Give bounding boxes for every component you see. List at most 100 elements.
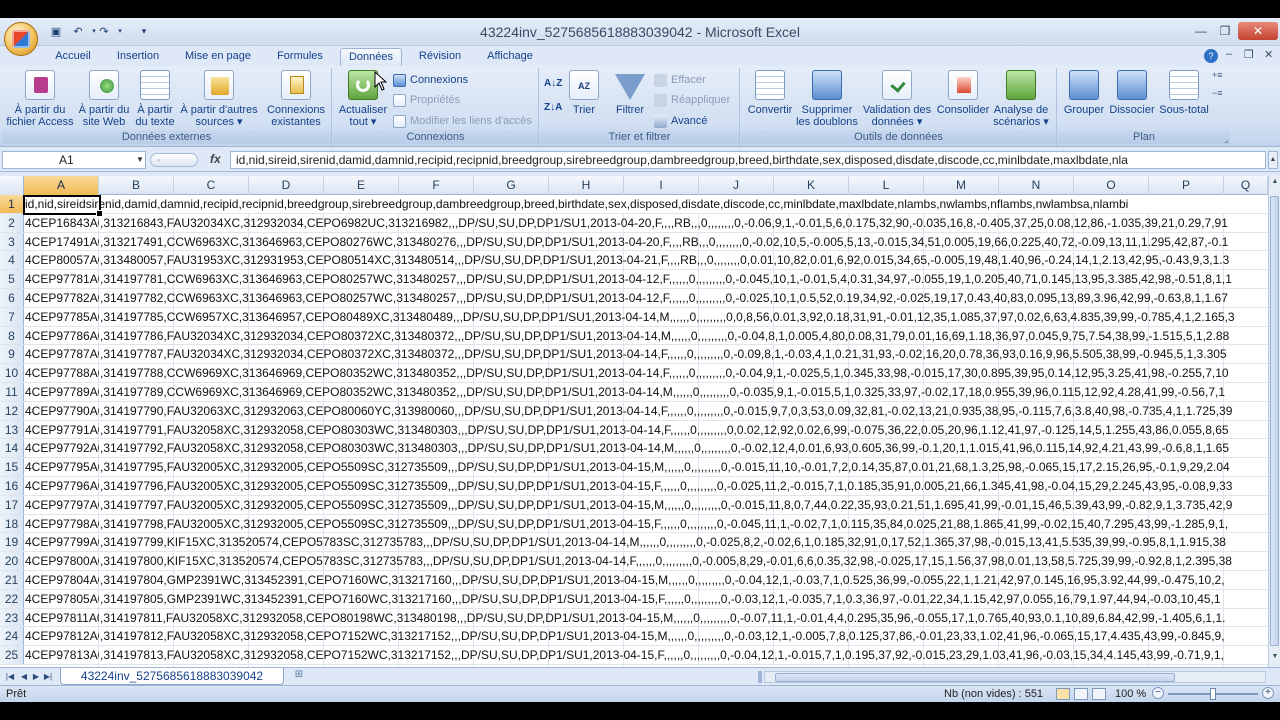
row-header[interactable]: 6 bbox=[0, 289, 24, 307]
cell-a[interactable]: 4CEP17491A0 bbox=[24, 233, 99, 251]
column-header-p[interactable]: P bbox=[1149, 176, 1224, 195]
cell-a[interactable]: 4CEP97785A0 bbox=[24, 308, 99, 326]
row-header[interactable]: 1 bbox=[0, 195, 24, 213]
cell-a[interactable]: 4CEP97795A0 bbox=[24, 458, 99, 476]
group-button[interactable]: Grouper bbox=[1060, 70, 1108, 116]
cell-overflow-text[interactable]: ,314197787,FAU32034XC,312932034,CEPO8037… bbox=[99, 345, 1268, 363]
cell-a[interactable]: 4CEP97788A0 bbox=[24, 364, 99, 382]
insert-sheet-icon[interactable]: ⊞ bbox=[288, 669, 310, 684]
cell-a[interactable]: 4CEP97805A0 bbox=[24, 590, 99, 608]
tab-donnees[interactable]: Données bbox=[340, 48, 402, 67]
row-header[interactable]: 18 bbox=[0, 514, 24, 533]
vertical-scrollbar[interactable]: ▲ ▼ bbox=[1268, 176, 1280, 667]
tab-insertion[interactable]: Insertion bbox=[110, 48, 166, 67]
row-header[interactable]: 11 bbox=[0, 383, 24, 401]
row-header[interactable]: 9 bbox=[0, 345, 24, 364]
column-header-n[interactable]: N bbox=[999, 176, 1074, 195]
page-layout-view-icon[interactable] bbox=[1074, 688, 1088, 700]
cell-overflow-text[interactable]: ,313480057,FAU31953XC,312931953,CEPO8051… bbox=[99, 251, 1268, 269]
cell-overflow-text[interactable]: ,314197786,FAU32034XC,312932034,CEPO8037… bbox=[99, 327, 1268, 345]
row-header[interactable]: 21 bbox=[0, 571, 24, 589]
horizontal-scroll-thumb[interactable] bbox=[775, 673, 1175, 682]
row-header[interactable]: 5 bbox=[0, 270, 24, 288]
workbook-restore-icon[interactable]: ❐ bbox=[1244, 48, 1254, 61]
remove-duplicates-button[interactable]: Supprimer les doublons bbox=[795, 70, 859, 128]
spreadsheet-grid[interactable]: A B C D E F G H I J K L M N O P Q 1 id,ni… bbox=[0, 176, 1268, 667]
column-header-m[interactable]: M bbox=[924, 176, 999, 195]
edit-links-button[interactable]: Modifier les liens d'accès bbox=[393, 113, 532, 129]
column-header-q[interactable]: Q bbox=[1224, 176, 1268, 195]
sort-az-icon[interactable]: A↓Z bbox=[544, 76, 562, 92]
column-header-g[interactable]: G bbox=[474, 176, 549, 195]
sort-button[interactable]: AZ Trier bbox=[568, 70, 600, 116]
row-header[interactable]: 12 bbox=[0, 401, 24, 420]
cell-overflow-text[interactable]: ,314197788,CCW6969XC,313646969,CEPO80352… bbox=[99, 364, 1268, 382]
row-header[interactable]: 25 bbox=[0, 646, 24, 664]
cell-a[interactable]: 4CEP97796A0 bbox=[24, 477, 99, 495]
formula-input[interactable]: id,nid,sireid,sirenid,damid,damnid,recip… bbox=[230, 151, 1266, 169]
workbook-close-icon[interactable]: ✕ bbox=[1264, 48, 1273, 61]
cell-overflow-text[interactable]: ,314197781,CCW6963XC,313646963,CEPO80257… bbox=[99, 270, 1268, 288]
from-web-button[interactable]: À partir du site Web bbox=[76, 70, 132, 128]
column-header-k[interactable]: K bbox=[774, 176, 849, 195]
row-header[interactable]: 2 bbox=[0, 213, 24, 232]
clear-filter-button[interactable]: Effacer bbox=[654, 72, 706, 88]
text-to-columns-button[interactable]: Convertir bbox=[745, 70, 795, 116]
cell-a[interactable]: 4CEP97786A0 bbox=[24, 327, 99, 345]
minimize-icon[interactable]: — bbox=[1190, 22, 1212, 40]
column-header-i[interactable]: I bbox=[624, 176, 699, 195]
sort-za-icon[interactable]: Z↓A bbox=[544, 100, 562, 116]
consolidate-button[interactable]: Consolider bbox=[933, 70, 993, 116]
help-icon[interactable]: ? bbox=[1204, 49, 1218, 63]
cell-overflow-text[interactable]: ,314197798,FAU32005XC,312932005,CEPO5509… bbox=[99, 515, 1268, 533]
cell-a[interactable]: 4CEP97789A0 bbox=[24, 383, 99, 401]
zoom-level[interactable]: 100 % bbox=[1115, 688, 1146, 700]
scroll-up-icon[interactable]: ▲ bbox=[1270, 178, 1280, 190]
cell-a[interactable]: 4CEP97813A0 bbox=[24, 646, 99, 664]
cell-overflow-text[interactable]: ,314197789,CCW6969XC,313646969,CEPO80352… bbox=[99, 383, 1268, 401]
connections-button[interactable]: Connexions bbox=[393, 72, 468, 88]
select-all-corner[interactable] bbox=[0, 176, 24, 195]
workbook-minimize-icon[interactable]: – bbox=[1226, 48, 1232, 60]
office-button[interactable] bbox=[4, 22, 38, 56]
column-header-f[interactable]: F bbox=[399, 176, 474, 195]
cell-overflow-text[interactable]: ,314197797,FAU32005XC,312932005,CEPO5509… bbox=[99, 496, 1268, 514]
row-header[interactable]: 22 bbox=[0, 589, 24, 608]
cell-a[interactable]: 4CEP97800A0 bbox=[24, 552, 99, 570]
row-header[interactable]: 15 bbox=[0, 458, 24, 476]
column-header-b[interactable]: B bbox=[99, 176, 174, 195]
normal-view-icon[interactable] bbox=[1056, 688, 1070, 700]
column-header-e[interactable]: E bbox=[324, 176, 399, 195]
restore-icon[interactable]: ❐ bbox=[1214, 22, 1236, 40]
tab-accueil[interactable]: Accueil bbox=[50, 48, 96, 67]
zoom-out-icon[interactable]: − bbox=[1152, 687, 1164, 699]
tab-revision[interactable]: Révision bbox=[412, 48, 468, 67]
formula-bar-resize-icon[interactable]: ◦ bbox=[150, 153, 198, 167]
advanced-filter-button[interactable]: Avancé bbox=[654, 113, 708, 129]
zoom-in-icon[interactable]: + bbox=[1262, 687, 1274, 699]
filter-button[interactable]: Filtrer bbox=[610, 70, 650, 116]
from-other-sources-button[interactable]: À partir d'autres sources ▾ bbox=[176, 70, 262, 128]
cell-a[interactable]: 4CEP97791A0 bbox=[24, 421, 99, 439]
row-header[interactable]: 23 bbox=[0, 608, 24, 627]
column-header-a[interactable]: A bbox=[24, 176, 99, 195]
cell-overflow-text[interactable]: ,313217491,CCW6963XC,313646963,CEPO80276… bbox=[99, 233, 1268, 251]
tab-formules[interactable]: Formules bbox=[272, 48, 328, 67]
next-sheet-icon[interactable]: ▶ bbox=[30, 670, 42, 684]
column-header-h[interactable]: H bbox=[549, 176, 624, 195]
cell-a[interactable]: 4CEP97811A0 bbox=[24, 609, 99, 627]
horizontal-scrollbar[interactable] bbox=[764, 671, 1266, 683]
cell-overflow-text[interactable]: ,314197799,KIF15XC,313520574,CEPO5783SC,… bbox=[99, 533, 1268, 551]
row-header[interactable]: 24 bbox=[0, 627, 24, 646]
cell-a[interactable]: 4CEP97782A0 bbox=[24, 289, 99, 307]
cell-a[interactable]: 4CEP97797A0 bbox=[24, 496, 99, 514]
cell-a[interactable]: 4CEP97792A0 bbox=[24, 439, 99, 457]
cell-a[interactable]: id,nid,sireidsirenid,damid,damnid,recipi… bbox=[24, 195, 1268, 213]
row-header[interactable]: 20 bbox=[0, 552, 24, 570]
cell-a[interactable]: 4CEP97787A0 bbox=[24, 345, 99, 363]
subtotal-button[interactable]: Sous-total bbox=[1156, 70, 1212, 116]
column-header-c[interactable]: C bbox=[174, 176, 249, 195]
tab-split-handle[interactable] bbox=[758, 671, 762, 683]
row-header[interactable]: 13 bbox=[0, 420, 24, 439]
page-break-view-icon[interactable] bbox=[1092, 688, 1106, 700]
